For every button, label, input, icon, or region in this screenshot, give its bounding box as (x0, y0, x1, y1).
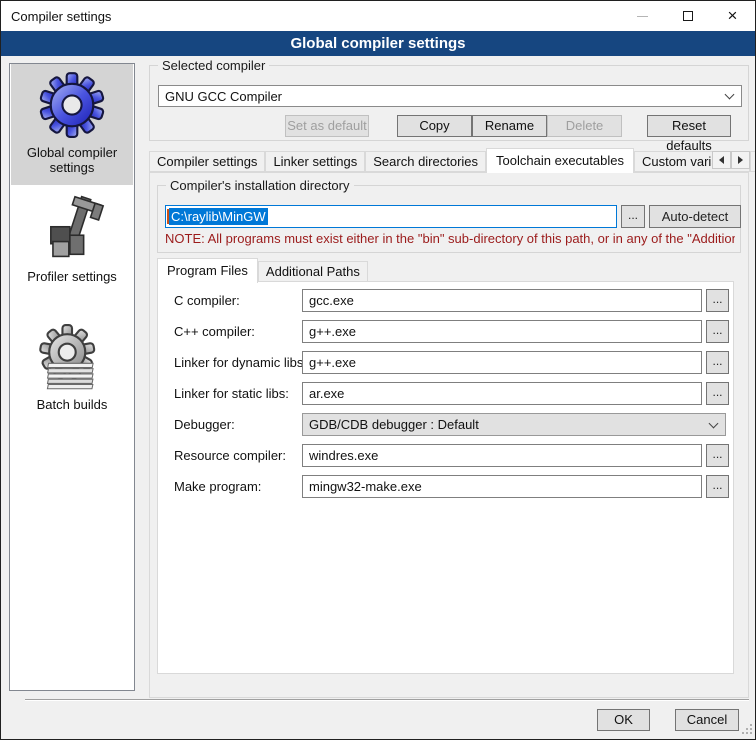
make-program-label: Make program: (174, 475, 304, 498)
tab-linker-settings[interactable]: Linker settings (265, 151, 365, 172)
cancel-button[interactable]: Cancel (675, 709, 739, 731)
resource-compiler-input[interactable] (302, 444, 702, 467)
delete-button[interactable]: Delete (547, 115, 622, 137)
static-linker-input[interactable] (302, 382, 702, 405)
set-as-default-button[interactable]: Set as default (285, 115, 369, 137)
sidebar-item-global-compiler-settings[interactable]: Global compiler settings (11, 64, 133, 185)
close-icon: × (728, 1, 738, 31)
debugger-label: Debugger: (174, 413, 304, 436)
tab-scroll-right-button[interactable] (731, 151, 750, 169)
form-row-make-program: Make program: ... (158, 475, 735, 498)
c-compiler-browse-button[interactable]: ... (706, 289, 729, 312)
minimize-button[interactable] (620, 1, 665, 31)
toolchain-subtabstrip: Program Files Additional Paths (157, 258, 368, 282)
tab-toolchain-executables[interactable]: Toolchain executables (486, 148, 634, 173)
form-row-resource-compiler: Resource compiler: ... (158, 444, 735, 467)
sidebar-item-batch-builds[interactable]: Batch builds (11, 316, 133, 426)
program-files-panel: C compiler: ... C++ compiler: ... Linker… (157, 281, 734, 674)
cpp-compiler-label: C++ compiler: (174, 320, 304, 343)
make-program-input[interactable] (302, 475, 702, 498)
form-row-cpp-compiler: C++ compiler: ... (158, 320, 735, 343)
tab-build-options[interactable]: Build options (750, 151, 756, 172)
window-title: Compiler settings (1, 9, 111, 24)
installation-note: NOTE: All programs must exist either in … (165, 231, 735, 246)
subtab-program-files[interactable]: Program Files (157, 258, 258, 283)
rename-button[interactable]: Rename (472, 115, 547, 137)
tab-search-directories[interactable]: Search directories (365, 151, 486, 172)
compiler-select[interactable]: GNU GCC Compiler (158, 85, 742, 107)
page-title: Global compiler settings (1, 31, 755, 56)
blue-gear-icon (11, 71, 133, 143)
maximize-button[interactable] (665, 1, 710, 31)
dynamic-linker-label: Linker for dynamic libs: (174, 351, 304, 374)
copy-button[interactable]: Copy (397, 115, 472, 137)
installation-directory-row: C:\raylib\MinGW ... Auto-detect (165, 205, 741, 228)
make-program-browse-button[interactable]: ... (706, 475, 729, 498)
tab-scroll-left-button[interactable] (712, 151, 731, 169)
static-linker-label: Linker for static libs: (174, 382, 304, 405)
c-compiler-label: C compiler: (174, 289, 304, 312)
installation-directory-input[interactable]: C:\raylib\MinGW (165, 205, 617, 228)
sidebar-item-label: Batch builds (11, 395, 133, 418)
sidebar-item-label: Profiler settings (11, 267, 133, 290)
reset-defaults-button[interactable]: Reset defaults (647, 115, 731, 137)
resource-compiler-browse-button[interactable]: ... (706, 444, 729, 467)
compiler-settings-dialog: Compiler settings × Global compiler sett… (0, 0, 756, 740)
cpp-compiler-browse-button[interactable]: ... (706, 320, 729, 343)
form-row-dynamic-linker: Linker for dynamic libs: ... (158, 351, 735, 374)
arrow-right-icon (738, 156, 743, 164)
chevron-down-icon (709, 418, 719, 428)
tab-compiler-settings[interactable]: Compiler settings (149, 151, 265, 172)
maximize-icon (683, 11, 693, 21)
titlebar[interactable]: Compiler settings × (1, 1, 755, 31)
selected-compiler-legend: Selected compiler (158, 58, 269, 73)
debugger-select-value: GDB/CDB debugger : Default (309, 417, 706, 432)
browse-directory-button[interactable]: ... (621, 205, 645, 228)
subtab-additional-paths[interactable]: Additional Paths (258, 261, 368, 282)
form-row-c-compiler: C compiler: ... (158, 289, 735, 312)
auto-detect-button[interactable]: Auto-detect (649, 205, 741, 228)
footer-separator (25, 699, 749, 701)
settings-tabstrip: Compiler settings Linker settings Search… (149, 148, 749, 172)
c-compiler-input[interactable] (302, 289, 702, 312)
ok-button[interactable]: OK (597, 709, 650, 731)
installation-directory-value: C:\raylib\MinGW (169, 208, 268, 225)
caliper-icon (11, 195, 133, 267)
resource-compiler-label: Resource compiler: (174, 444, 304, 467)
sidebar-item-profiler-settings[interactable]: Profiler settings (11, 188, 133, 300)
static-linker-browse-button[interactable]: ... (706, 382, 729, 405)
sidebar-item-label: Global compiler settings (11, 143, 133, 181)
dynamic-linker-input[interactable] (302, 351, 702, 374)
compiler-select-value: GNU GCC Compiler (165, 89, 722, 104)
installation-directory-legend: Compiler's installation directory (166, 178, 354, 193)
debugger-select[interactable]: GDB/CDB debugger : Default (302, 413, 726, 436)
selected-compiler-group: Selected compiler GNU GCC Compiler Set a… (149, 65, 749, 141)
settings-category-list: Global compiler settings (9, 63, 135, 691)
close-button[interactable]: × (710, 1, 755, 31)
form-row-static-linker: Linker for static libs: ... (158, 382, 735, 405)
dynamic-linker-browse-button[interactable]: ... (706, 351, 729, 374)
resize-grip-icon[interactable] (742, 724, 744, 726)
cpp-compiler-input[interactable] (302, 320, 702, 343)
form-row-debugger: Debugger: GDB/CDB debugger : Default (158, 413, 735, 436)
minimize-icon (637, 16, 648, 17)
chevron-down-icon (725, 90, 735, 100)
gray-gear-papers-icon (11, 323, 133, 395)
arrow-left-icon (719, 156, 724, 164)
window-controls: × (620, 1, 755, 31)
